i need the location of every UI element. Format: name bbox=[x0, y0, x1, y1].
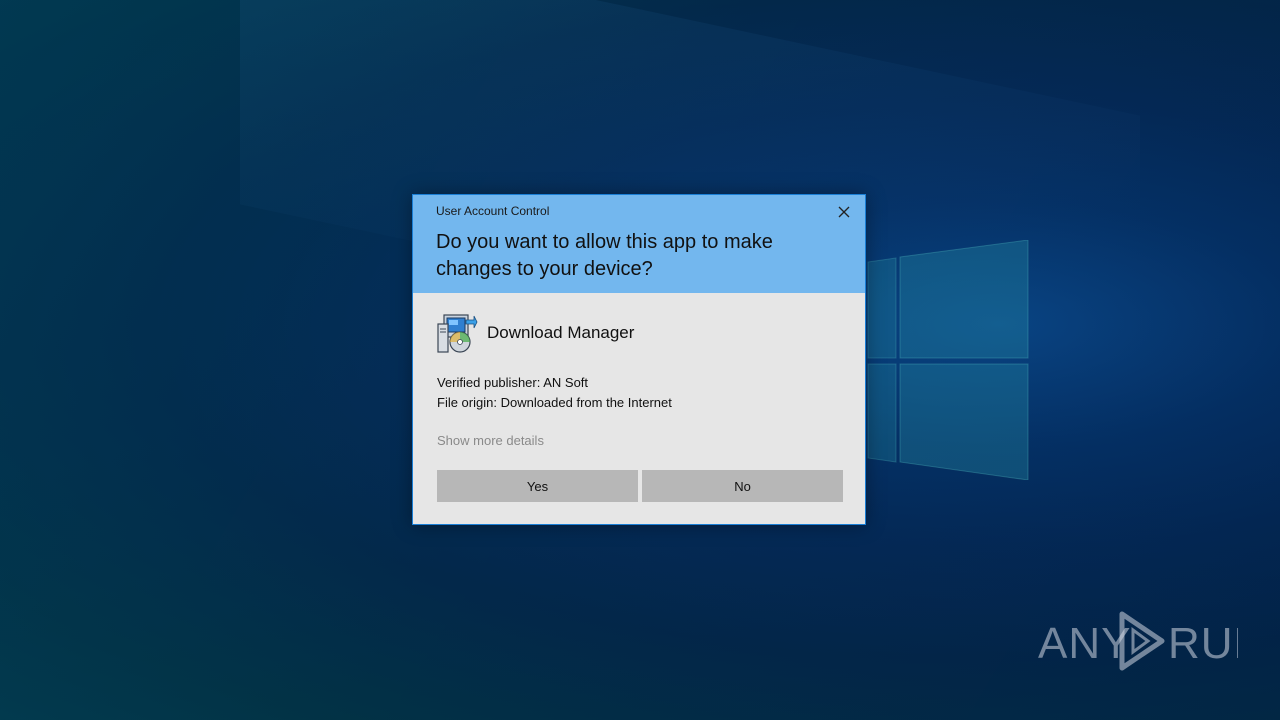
file-origin: File origin: Downloaded from the Interne… bbox=[437, 395, 672, 410]
uac-header: User Account Control Do you want to allo… bbox=[413, 195, 865, 293]
dialog-caption: User Account Control bbox=[436, 204, 550, 218]
svg-text:RUN: RUN bbox=[1168, 619, 1238, 668]
close-icon bbox=[838, 206, 850, 218]
verified-publisher: Verified publisher: AN Soft bbox=[437, 375, 589, 390]
app-info-row: Download Manager bbox=[436, 311, 634, 355]
show-more-details-link[interactable]: Show more details bbox=[437, 433, 544, 448]
yes-button[interactable]: Yes bbox=[437, 470, 638, 502]
app-name: Download Manager bbox=[487, 323, 635, 342]
svg-text:ANY: ANY bbox=[1038, 619, 1131, 668]
installer-disc-icon bbox=[436, 312, 478, 354]
no-button[interactable]: No bbox=[642, 470, 843, 502]
uac-dialog: User Account Control Do you want to allo… bbox=[412, 194, 866, 525]
close-button[interactable] bbox=[834, 202, 854, 222]
dialog-question: Do you want to allow this app to make ch… bbox=[436, 231, 773, 280]
windows-logo bbox=[860, 239, 1030, 481]
anyrun-watermark: ANY RUN bbox=[1038, 606, 1265, 676]
